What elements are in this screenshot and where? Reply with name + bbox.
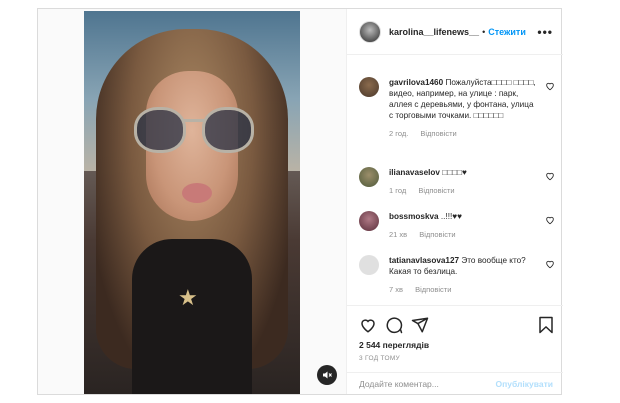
comment-meta: 2 год. Відповісти bbox=[389, 128, 537, 139]
sunglasses-right-lens bbox=[202, 107, 254, 153]
comment-username[interactable]: gavrilova1460 bbox=[389, 78, 443, 87]
more-options-icon[interactable]: ••• bbox=[537, 26, 553, 38]
reply-button[interactable]: Відповісти bbox=[419, 230, 455, 239]
comment-meta: 1 год Відповісти bbox=[389, 185, 537, 196]
comment-time: 21 хв bbox=[389, 230, 408, 239]
like-comment-icon[interactable] bbox=[545, 171, 555, 181]
reply-button[interactable]: Відповісти bbox=[420, 129, 456, 138]
commenter-avatar[interactable] bbox=[359, 77, 379, 97]
publish-button[interactable]: Опублікувати bbox=[496, 379, 553, 389]
comment-text: □□□□♥ bbox=[442, 168, 467, 177]
mute-icon bbox=[323, 371, 332, 379]
comment-time: 2 год. bbox=[389, 129, 409, 138]
video-subject-lips bbox=[182, 183, 212, 203]
comment-text: ..!!!♥♥ bbox=[440, 212, 462, 221]
sunglasses-left-lens bbox=[134, 107, 186, 153]
like-comment-icon[interactable] bbox=[545, 215, 555, 225]
reply-button[interactable]: Відповісти bbox=[418, 186, 454, 195]
star-pendant: ★ bbox=[178, 285, 198, 310]
like-comment-icon[interactable] bbox=[545, 81, 555, 91]
commenter-avatar[interactable] bbox=[359, 211, 379, 231]
comment-body: ilianavaselov □□□□♥ 1 год Відповісти bbox=[389, 167, 537, 196]
instagram-post: ★ karolina__lifenews__ • Стежити ••• gav… bbox=[37, 8, 563, 395]
commenter-avatar[interactable] bbox=[359, 255, 379, 275]
post-actions: 2 544 переглядів 3 год тому Опублікувати bbox=[347, 305, 563, 394]
comment-input[interactable] bbox=[359, 377, 489, 391]
header-separator: • bbox=[482, 26, 486, 37]
comment-time: 7 хв bbox=[389, 285, 403, 294]
post-media: ★ bbox=[38, 9, 346, 394]
views-count[interactable]: 2 544 переглядів bbox=[359, 340, 429, 350]
comment-body: gavrilova1460 Пожалуйста□□□□ □□□□, видео… bbox=[389, 77, 537, 139]
post-header: karolina__lifenews__ • Стежити ••• bbox=[347, 9, 563, 55]
author-username[interactable]: karolina__lifenews__ bbox=[389, 27, 479, 37]
comments-list[interactable]: gavrilova1460 Пожалуйста□□□□ □□□□, видео… bbox=[347, 55, 563, 305]
comment-body: bossmoskva ..!!!♥♥ 21 хв Відповісти bbox=[389, 211, 537, 240]
reply-button[interactable]: Відповісти bbox=[415, 285, 451, 294]
like-comment-icon[interactable] bbox=[545, 259, 555, 269]
sunglasses-bridge bbox=[184, 119, 204, 122]
comment-icon[interactable] bbox=[385, 316, 403, 334]
author-avatar[interactable] bbox=[359, 20, 381, 43]
video-subject-shirt bbox=[132, 239, 252, 394]
mute-button[interactable] bbox=[317, 365, 337, 385]
comment-time: 1 год bbox=[389, 186, 407, 195]
commenter-avatar[interactable] bbox=[359, 167, 379, 187]
post-sidebar: karolina__lifenews__ • Стежити ••• gavri… bbox=[346, 9, 563, 394]
comment-username[interactable]: tatianavlasova127 bbox=[389, 256, 459, 265]
follow-button[interactable]: Стежити bbox=[488, 27, 526, 37]
share-icon[interactable] bbox=[411, 316, 429, 334]
comment-meta: 21 хв Відповісти bbox=[389, 229, 537, 240]
action-icons-row bbox=[359, 316, 555, 334]
comment-username[interactable]: bossmoskva bbox=[389, 212, 439, 221]
video-player[interactable]: ★ bbox=[84, 11, 300, 394]
comment-body: tatianavlasova127 Это вообще кто?Какая т… bbox=[389, 255, 537, 295]
heart-icon[interactable] bbox=[359, 316, 377, 334]
comment-meta: 7 хв Відповісти bbox=[389, 284, 537, 295]
comment-composer: Опублікувати bbox=[347, 372, 563, 395]
comment-username[interactable]: ilianavaselov bbox=[389, 168, 440, 177]
bookmark-icon[interactable] bbox=[537, 316, 555, 334]
post-timestamp[interactable]: 3 год тому bbox=[359, 355, 400, 362]
